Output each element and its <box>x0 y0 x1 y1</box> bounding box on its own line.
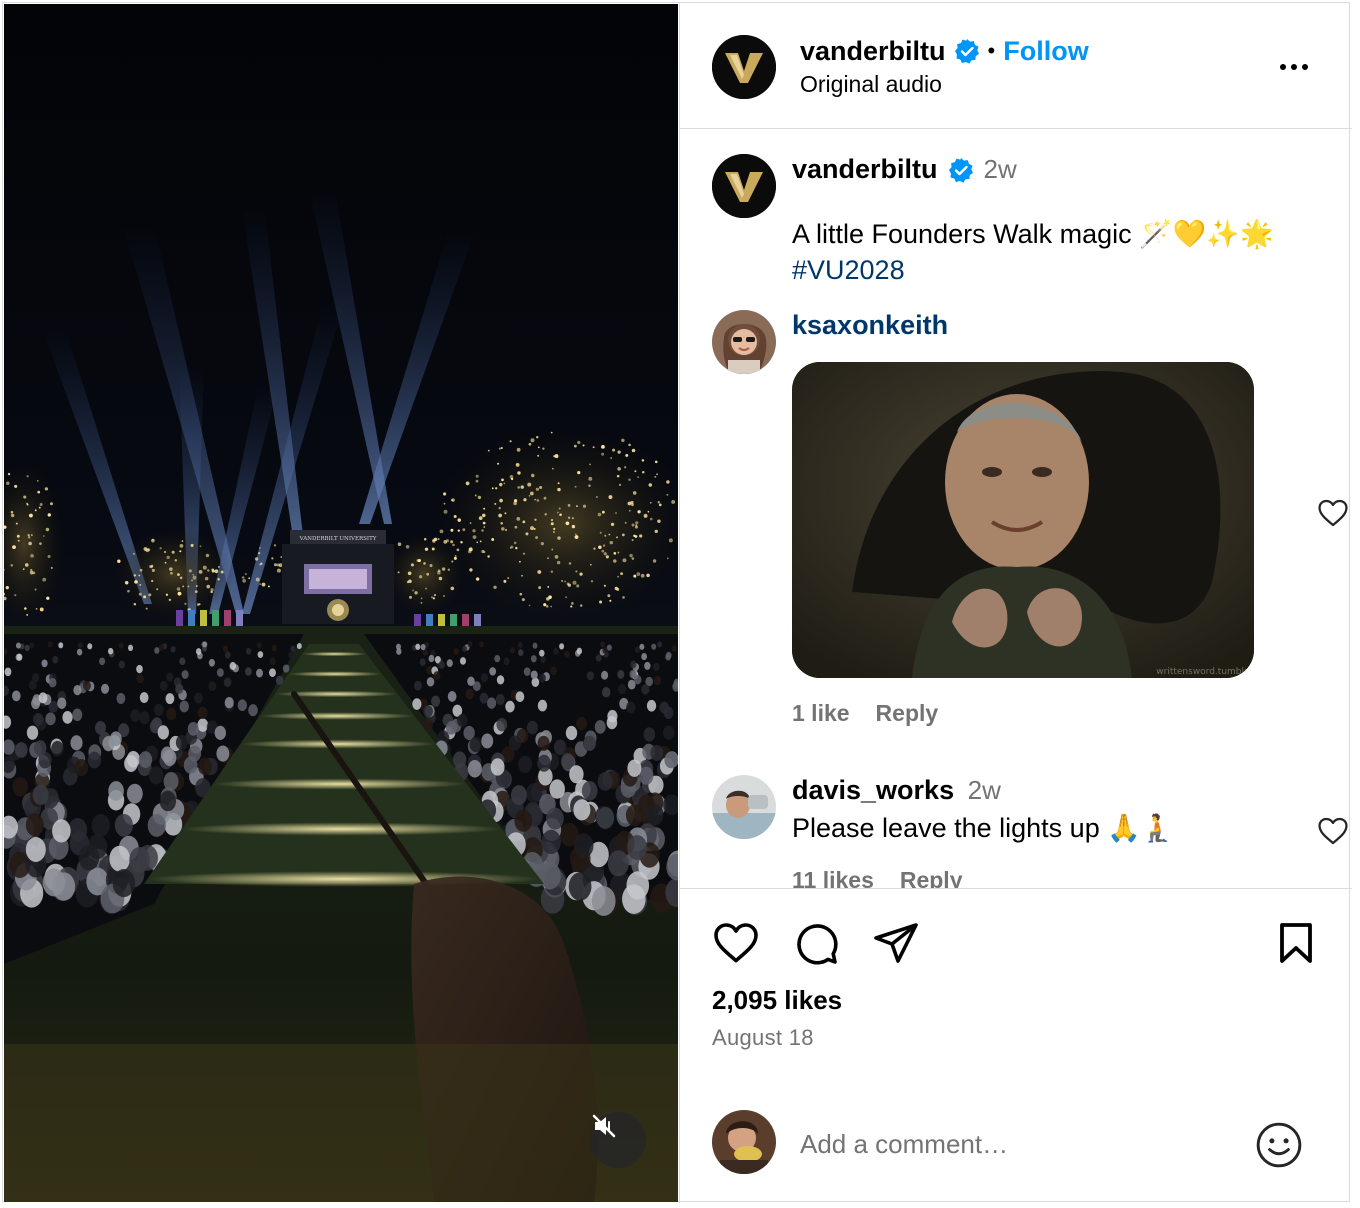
commenter-avatar[interactable] <box>712 775 776 839</box>
post-details-panel: vanderbiltu • Follow Original audio vand… <box>679 3 1352 1203</box>
mute-toggle-button[interactable] <box>590 1112 646 1168</box>
comment-likes-count[interactable]: 1 like <box>792 700 850 727</box>
post-actions: 2,095 likes August 18 <box>680 888 1352 1088</box>
heart-icon[interactable] <box>712 919 760 967</box>
reply-button[interactable]: Reply <box>876 700 939 727</box>
video-player[interactable]: VANDERBILT UNIVERSITY <box>4 4 678 1202</box>
post-header: vanderbiltu • Follow Original audio <box>680 3 1352 129</box>
verified-badge-icon <box>954 39 979 64</box>
user-photo <box>712 310 776 374</box>
vanderbilt-logo-icon <box>712 154 776 218</box>
heart-icon[interactable] <box>1316 496 1350 530</box>
post-date[interactable]: August 18 <box>712 1025 814 1051</box>
caption-avatar[interactable] <box>712 154 776 218</box>
account-avatar[interactable] <box>712 35 776 99</box>
smiley-icon[interactable] <box>1254 1120 1304 1170</box>
comment-item: davis_works 2w Please leave the lights u… <box>712 775 1348 888</box>
caption-text: A little Founders Walk magic 🪄💛✨🌟 #VU202… <box>792 216 1312 288</box>
separator-dot: • <box>987 38 996 63</box>
bookmark-icon[interactable] <box>1272 919 1320 967</box>
video-frame: VANDERBILT UNIVERSITY <box>4 4 678 1202</box>
commenter-username[interactable]: ksaxonkeith <box>792 310 948 341</box>
comment-meta: 11 likes Reply <box>792 867 963 888</box>
account-username[interactable]: vanderbiltu <box>800 36 946 67</box>
reply-button[interactable]: Reply <box>900 867 963 888</box>
caption-timestamp[interactable]: 2w <box>984 154 1017 185</box>
likes-count[interactable]: 2,095 likes <box>712 985 842 1016</box>
comment-item: ksaxonkeith writtensword.tumblr 1 like R… <box>712 310 1348 730</box>
hashtag-link[interactable]: #VU2028 <box>792 252 1312 288</box>
comments-list[interactable]: vanderbiltu 2w A little Founders Walk ma… <box>680 130 1352 888</box>
comment-bubble-icon[interactable] <box>792 919 840 967</box>
gif-image: writtensword.tumblr <box>792 362 1254 678</box>
current-user-avatar <box>712 1110 776 1174</box>
commenter-avatar[interactable] <box>712 310 776 374</box>
vanderbilt-logo-icon <box>712 35 776 99</box>
follow-button[interactable]: Follow <box>1003 36 1088 67</box>
paper-plane-icon[interactable] <box>872 919 920 967</box>
commenter-username-row: davis_works 2w <box>792 775 1001 806</box>
stage-sign: VANDERBILT UNIVERSITY <box>299 536 377 542</box>
verified-badge-icon <box>948 157 973 183</box>
gif-watermark: writtensword.tumblr <box>1156 667 1248 677</box>
caption-body: A little Founders Walk magic 🪄💛✨🌟 <box>792 219 1274 249</box>
comment-input[interactable] <box>800 1122 1240 1166</box>
comment-timestamp[interactable]: 2w <box>968 775 1001 805</box>
more-options-icon[interactable] <box>1274 53 1314 81</box>
speaker-muted-icon <box>592 1114 616 1138</box>
commenter-username[interactable]: davis_works <box>792 775 954 805</box>
comment-text: Please leave the lights up 🙏🧎 <box>792 813 1175 843</box>
user-photo <box>712 775 776 839</box>
user-photo <box>712 1110 776 1174</box>
caption-username[interactable]: vanderbiltu <box>792 154 938 185</box>
comment-composer <box>680 1088 1352 1203</box>
post-dialog: VANDERBILT UNIVERSITY vanderbiltu • Foll… <box>2 2 1352 1203</box>
comment-gif[interactable]: writtensword.tumblr <box>792 362 1254 678</box>
comment-likes-count[interactable]: 11 likes <box>792 867 874 888</box>
audio-label[interactable]: Original audio <box>800 71 942 98</box>
comment-meta: 1 like Reply <box>792 700 938 727</box>
heart-icon[interactable] <box>1316 814 1350 848</box>
